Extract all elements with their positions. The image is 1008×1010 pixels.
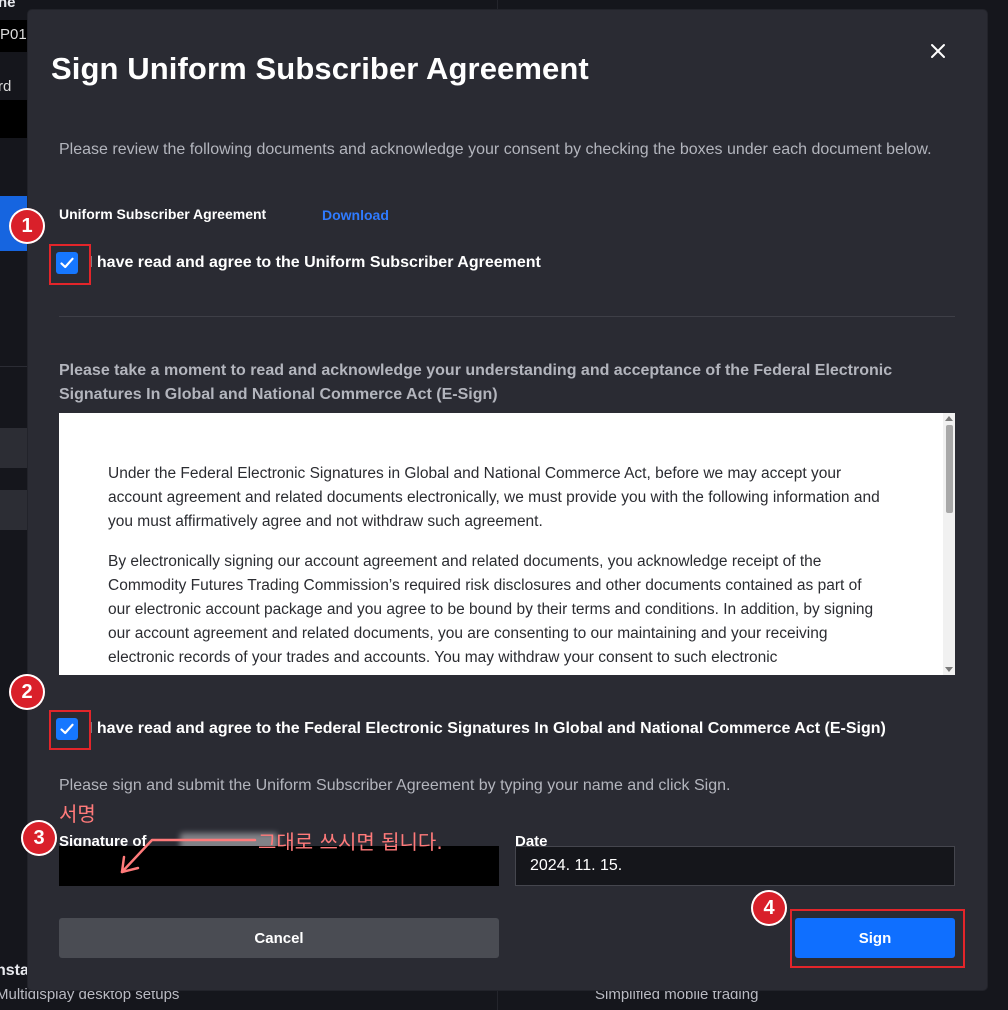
background-divider	[0, 366, 28, 367]
annotation-box-4	[790, 909, 965, 968]
annotation-badge-2: 2	[9, 674, 45, 710]
agree-esign-label: I have read and agree to the Federal Ele…	[88, 720, 886, 737]
agree-usa-row: I have read and agree to the Uniform Sub…	[56, 252, 541, 274]
annotation-box-2	[49, 710, 91, 750]
document-name: Uniform Subscriber Agreement	[59, 206, 267, 222]
scroll-down-icon[interactable]	[945, 667, 953, 672]
agree-usa-label: I have read and agree to the Uniform Sub…	[88, 254, 541, 271]
annotation-badge-3: 3	[21, 820, 57, 856]
close-icon	[931, 44, 945, 58]
annotation-badge-1: 1	[9, 208, 45, 244]
annotation-signature-title: 서명	[59, 802, 96, 826]
background-fragment: ne	[0, 0, 16, 11]
esign-paragraph: Under the Federal Electronic Signatures …	[108, 465, 880, 530]
scroll-thumb[interactable]	[946, 425, 953, 513]
download-link[interactable]: Download	[322, 207, 389, 223]
modal-title: Sign Uniform Subscriber Agreement	[51, 51, 589, 86]
annotation-signature-hint: 그대로 쓰시면 됩니다.	[258, 830, 443, 854]
esign-scrollbar[interactable]	[943, 413, 955, 675]
date-value: 2024. 11. 15.	[530, 857, 623, 874]
background-button	[0, 428, 28, 468]
background-button	[0, 490, 28, 530]
agree-esign-row: I have read and agree to the Federal Ele…	[56, 718, 886, 740]
esign-document-viewer[interactable]: Under the Federal Electronic Signatures …	[59, 413, 955, 675]
date-field[interactable]: 2024. 11. 15.	[515, 846, 955, 886]
background-input	[0, 100, 28, 138]
background-input: P010	[0, 20, 35, 52]
esign-paragraph: By electronically signing our account ag…	[108, 553, 874, 666]
annotation-badge-4: 4	[751, 890, 787, 926]
annotation-box-1	[49, 244, 91, 285]
sign-intro-text: Please sign and submit the Uniform Subsc…	[59, 777, 731, 794]
close-button[interactable]	[924, 37, 952, 65]
background-fragment: rd	[0, 78, 12, 95]
cancel-button[interactable]: Cancel	[59, 918, 499, 958]
annotation-arrow-icon	[120, 838, 257, 874]
scroll-up-icon[interactable]	[945, 416, 953, 421]
esign-intro-text: Please take a moment to read and acknowl…	[59, 362, 893, 403]
section-divider	[59, 316, 955, 317]
background-fragment: nsta	[0, 962, 29, 979]
esign-document-text: Under the Federal Electronic Signatures …	[108, 462, 888, 675]
intro-text: Please review the following documents an…	[59, 141, 932, 158]
